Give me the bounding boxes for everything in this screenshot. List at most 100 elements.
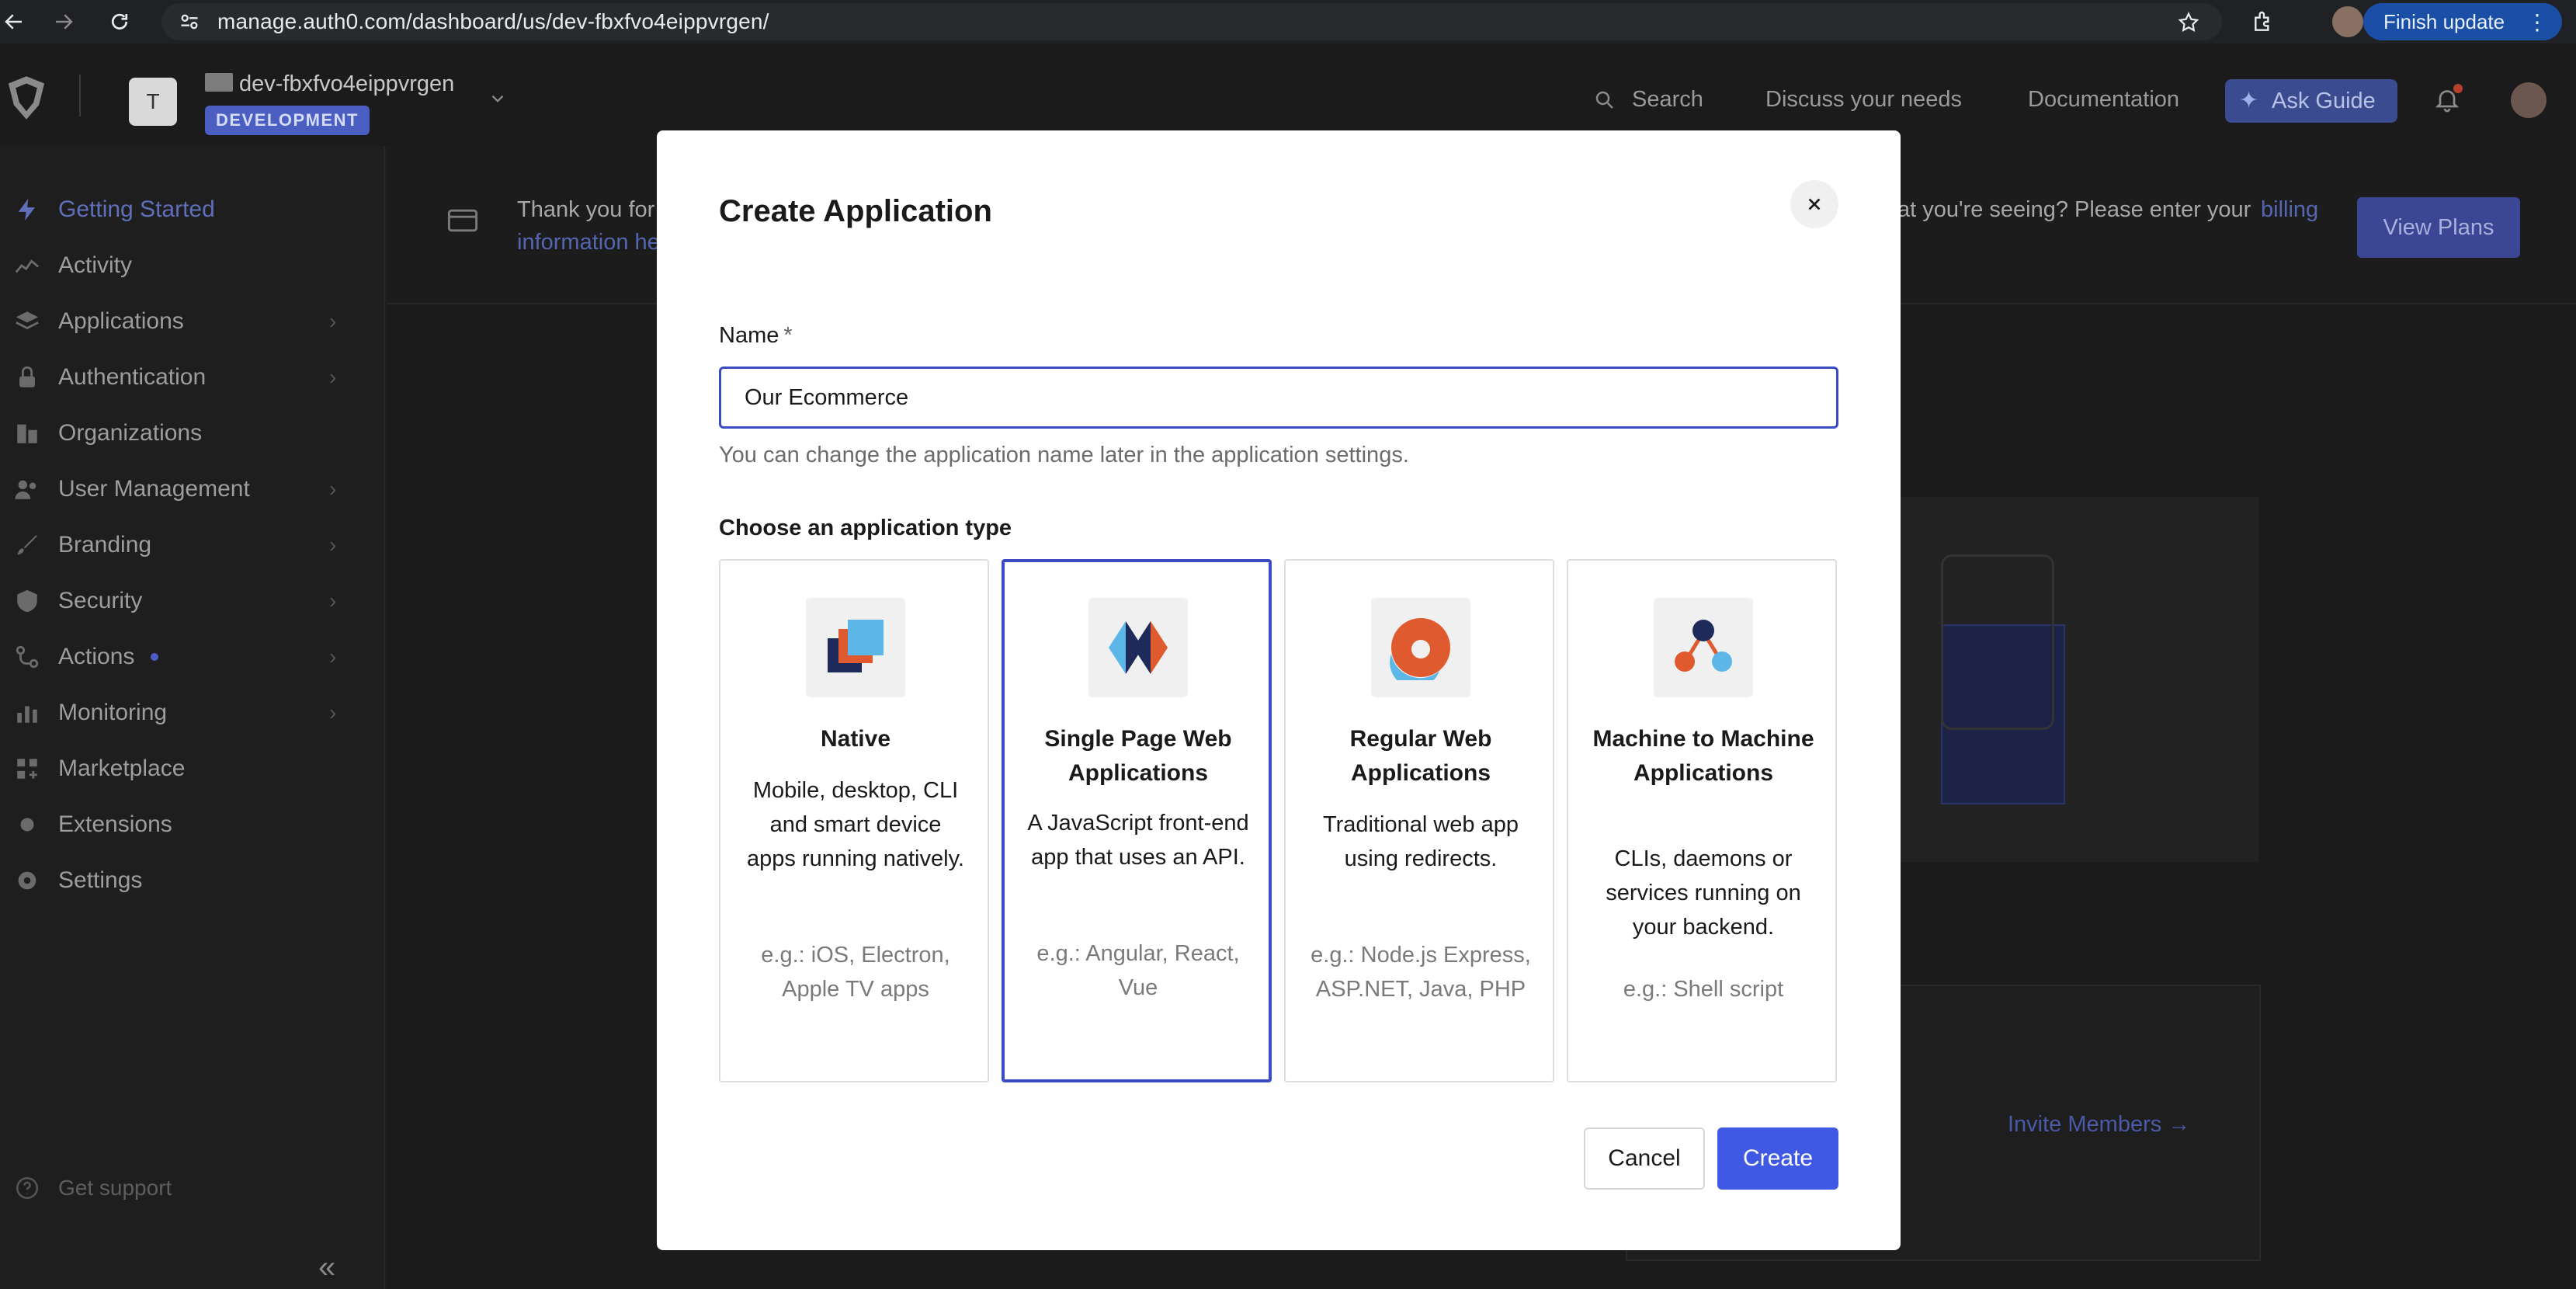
type-card-regular-web[interactable]: Regular Web Applications Traditional web… xyxy=(1284,559,1554,1082)
chevron-right-icon: › xyxy=(329,589,337,613)
finish-update-button[interactable]: Finish update ⋮ xyxy=(2363,3,2562,40)
banner-text-left-2[interactable]: information he xyxy=(517,230,660,255)
name-help-text: You can change the application name late… xyxy=(719,443,1409,467)
sidebar: Getting Started Activity Applications › Auth… xyxy=(0,146,385,1289)
type-desc-m2m: CLIs, daemons or services running on you… xyxy=(1606,846,1801,940)
grid-plus-icon xyxy=(17,759,37,779)
sidebar-item-label: Monitoring xyxy=(58,700,168,725)
sidebar-item-applications[interactable]: Applications › xyxy=(0,300,385,343)
sidebar-item-label: Extensions xyxy=(58,811,172,837)
sidebar-item-label: Organizations xyxy=(58,420,203,446)
ask-guide-button[interactable]: ✦ Ask Guide xyxy=(2225,79,2397,123)
regular-web-graphic xyxy=(1390,618,1450,680)
sidebar-item-user-management[interactable]: User Management › xyxy=(0,467,385,511)
close-button[interactable] xyxy=(1790,180,1838,228)
view-plans-button[interactable]: View Plans xyxy=(2357,197,2520,258)
sidebar-item-label: Security xyxy=(58,588,143,613)
reload-icon xyxy=(111,13,128,30)
documentation-link[interactable]: Documentation xyxy=(2028,87,2179,113)
flow-icon xyxy=(16,645,39,669)
invite-members-link[interactable]: Invite Members → xyxy=(2008,1112,2190,1138)
url-text: manage.auth0.com/dashboard/us/dev-fbxfvo… xyxy=(217,9,769,33)
auth0-logo-icon[interactable] xyxy=(5,75,48,121)
billing-link[interactable]: billing xyxy=(2261,197,2318,223)
collapse-sidebar-button[interactable]: « xyxy=(318,1250,335,1285)
type-card-native[interactable]: Native Mobile, desktop, CLI and smart de… xyxy=(719,559,989,1082)
sidebar-item-activity[interactable]: Activity xyxy=(0,244,385,287)
credit-card-icon xyxy=(447,209,478,232)
header-divider xyxy=(79,75,81,116)
type-card-m2m[interactable]: Machine to Machine Applications CLIs, da… xyxy=(1567,559,1837,1082)
app-root: manage.auth0.com/dashboard/us/dev-fbxfvo… xyxy=(0,0,2576,1289)
chevron-right-icon: › xyxy=(329,309,337,333)
create-application-modal: Create Application Name* You can change … xyxy=(657,130,1901,1250)
user-avatar[interactable] xyxy=(2511,82,2546,118)
get-support-link[interactable]: Get support xyxy=(0,1166,385,1210)
search-icon xyxy=(1595,91,1613,109)
chevron-right-icon: › xyxy=(329,700,337,724)
sidebar-item-label: Settings xyxy=(58,867,143,893)
sidebar-item-authentication[interactable]: Authentication › xyxy=(0,356,385,399)
sidebar-item-extensions[interactable]: Extensions xyxy=(0,803,385,846)
type-desc-spa: A JavaScript front-end app that uses an … xyxy=(1027,811,1249,870)
sparkle-icon: ✦ xyxy=(2239,88,2259,113)
sidebar-item-monitoring[interactable]: Monitoring › xyxy=(0,691,385,735)
discuss-needs-link[interactable]: Discuss your needs xyxy=(1765,87,1962,113)
puzzle-icon xyxy=(20,818,34,832)
bookmark-star-icon[interactable] xyxy=(2177,11,2200,34)
sidebar-item-security[interactable]: Security › xyxy=(0,579,385,623)
brush-icon xyxy=(17,535,37,555)
sidebar-item-label: Activity xyxy=(58,252,133,278)
type-desc-regular-web: Traditional web app using redirects. xyxy=(1322,812,1519,871)
m2m-graphic xyxy=(1675,620,1732,672)
address-bar[interactable]: manage.auth0.com/dashboard/us/dev-fbxfvo… xyxy=(161,3,2222,40)
native-app-graphic xyxy=(828,620,884,672)
shield-icon xyxy=(17,589,37,613)
sidebar-item-actions[interactable]: Actions › xyxy=(0,635,385,679)
sidebar-item-settings[interactable]: Settings xyxy=(0,859,385,902)
lock-icon xyxy=(19,366,35,387)
site-settings-icon[interactable] xyxy=(179,11,200,33)
chevron-right-icon: › xyxy=(329,644,337,669)
search-button[interactable]: Search xyxy=(1632,87,1703,113)
type-example-spa: e.g.: Angular, React, Vue xyxy=(1036,941,1240,1000)
more-menu-icon: ⋮ xyxy=(2526,10,2548,34)
create-button[interactable]: Create xyxy=(1717,1127,1838,1190)
chevron-down-icon[interactable] xyxy=(488,89,508,109)
type-card-spa[interactable]: Single Page Web Applications A JavaScrip… xyxy=(1002,559,1272,1082)
ask-guide-label: Ask Guide xyxy=(2272,88,2376,113)
sidebar-item-label: Getting Started xyxy=(58,196,215,222)
type-title-spa: Single Page Web Applications xyxy=(1044,726,1232,786)
application-name-input[interactable] xyxy=(719,367,1838,429)
sidebar-item-label: Actions xyxy=(58,644,135,669)
sidebar-item-label: Branding xyxy=(58,532,152,558)
close-icon xyxy=(1808,198,1821,210)
profile-avatar[interactable] xyxy=(2332,6,2363,37)
chevron-right-icon: › xyxy=(329,365,337,389)
banner-text-left-1: Thank you for xyxy=(517,197,655,222)
reload-button[interactable] xyxy=(98,0,141,43)
arrow-right-icon xyxy=(56,14,73,30)
required-mark: * xyxy=(783,323,793,348)
cancel-button[interactable]: Cancel xyxy=(1584,1127,1705,1190)
application-type-label: Choose an application type xyxy=(719,516,1012,540)
sidebar-item-label: Authentication xyxy=(58,364,207,390)
type-example-regular-web: e.g.: Node.js Express, ASP.NET, Java, PH… xyxy=(1311,943,1531,1002)
notification-dot xyxy=(2453,84,2463,93)
sidebar-item-getting-started[interactable]: Getting Started xyxy=(0,188,385,231)
tenant-avatar[interactable]: T xyxy=(129,78,177,126)
forward-button[interactable] xyxy=(42,0,85,43)
type-example-native: e.g.: iOS, Electron, Apple TV apps xyxy=(761,943,950,1002)
sidebar-item-branding[interactable]: Branding › xyxy=(0,523,385,567)
sidebar-item-organizations[interactable]: Organizations xyxy=(0,412,385,455)
bar-chart-icon xyxy=(17,706,37,723)
new-indicator-dot xyxy=(151,653,158,661)
extensions-icon[interactable] xyxy=(2251,9,2276,34)
finish-update-label: Finish update xyxy=(2383,9,2505,33)
tenant-name[interactable]: dev-fbxfvo4eippvrgen xyxy=(239,71,454,97)
sidebar-item-marketplace[interactable]: Marketplace xyxy=(0,747,385,790)
type-title-regular-web: Regular Web Applications xyxy=(1349,726,1492,786)
help-circle-icon xyxy=(16,1176,39,1200)
back-button[interactable] xyxy=(0,0,36,43)
m2m-icon xyxy=(1654,598,1753,697)
